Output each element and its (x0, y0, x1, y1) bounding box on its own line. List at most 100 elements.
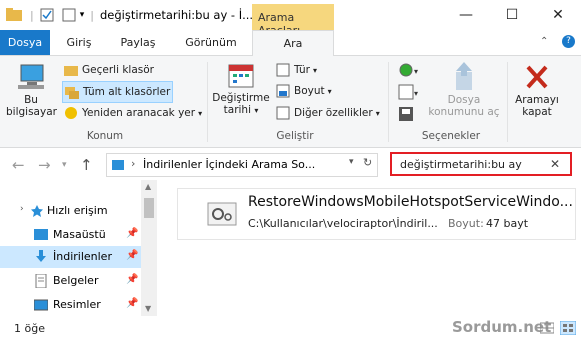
calendar-icon (228, 64, 254, 88)
size-label: Boyut: (448, 217, 484, 230)
collapse-ribbon-icon[interactable]: ⌃ (540, 36, 548, 47)
close-search-label: Aramayı kapat (515, 94, 559, 118)
open-file-location-button[interactable]: Dosya konumunu aç (428, 62, 500, 128)
result-path: C:\Kullanıcılar\velociraptor\İndiril... (248, 217, 438, 230)
search-box[interactable]: değiştirmetarihi:bu ay ✕ (390, 152, 572, 176)
breadcrumb-chevron-icon: › (131, 157, 136, 170)
other-properties-label: Diğer özellikler (294, 107, 373, 119)
nav-item-downloads[interactable]: İndirilenler 📌 (0, 246, 141, 268)
dropdown-arrow-icon: ▾ (375, 108, 380, 118)
nav-pane-scrollbar[interactable]: ▲ ▼ (141, 180, 157, 316)
group-divider (388, 62, 389, 142)
nav-item-desktop[interactable]: Masaüstü 📌 (0, 224, 141, 246)
nav-item-label: Masaüstü (53, 228, 106, 241)
dropdown-arrow-icon: ▾ (312, 65, 317, 75)
advanced-options-icon[interactable]: ▾ (398, 84, 422, 105)
current-folder-button[interactable]: Geçerli klasör (64, 60, 154, 80)
computer-icon (18, 64, 44, 89)
kind-icon (276, 63, 290, 77)
refresh-icon[interactable]: ↻ (363, 156, 372, 169)
close-search-button[interactable]: Aramayı kapat (512, 62, 562, 128)
list-item[interactable]: RestoreWindowsMobileHotspotServiceWindo.… (177, 188, 576, 240)
forward-arrow-icon[interactable]: → (38, 156, 51, 174)
minimize-button[interactable]: — (443, 0, 489, 30)
clear-search-icon[interactable]: ✕ (550, 157, 560, 171)
address-dropdown-icon[interactable]: ▾ (349, 157, 354, 167)
subfolders-icon (65, 87, 79, 99)
documents-icon (35, 274, 47, 288)
size-button[interactable]: Boyut ▾ (276, 81, 332, 101)
tab-search[interactable]: Ara (252, 30, 334, 57)
close-search-icon (526, 65, 548, 89)
pin-icon: 📌 (126, 228, 139, 239)
help-icon[interactable]: ? (562, 35, 575, 48)
file-list: RestoreWindowsMobileHotspotServiceWindo.… (157, 180, 581, 316)
close-button[interactable]: ✕ (535, 0, 581, 30)
search-again-button[interactable]: Yeniden aranacak yer ▾ (64, 103, 202, 123)
details-view-icon[interactable] (540, 322, 554, 334)
properties-icon (276, 106, 290, 120)
folder-icon (6, 8, 22, 21)
scroll-down-icon[interactable]: ▼ (145, 304, 151, 313)
this-pc-button[interactable]: Bu bilgisayar (6, 62, 57, 128)
quick-access-toolbar: | ▾ | değiştirmetarihi:bu ay - İ... (6, 0, 253, 30)
dropdown-arrow-icon: ▾ (198, 108, 203, 118)
open-location-icon (456, 62, 472, 90)
folder-icon (64, 66, 78, 76)
group-divider (507, 62, 508, 142)
svg-text:▾: ▾ (414, 67, 418, 76)
options-group-label: Seçenekler (421, 130, 481, 142)
tab-home[interactable]: Giriş (58, 30, 100, 55)
search-results-icon (112, 160, 124, 170)
nav-item-documents[interactable]: Belgeler 📌 (0, 270, 141, 292)
pin-icon: 📌 (126, 298, 139, 309)
recent-searches-icon[interactable]: ▾ (398, 62, 422, 81)
expand-chevron-icon[interactable]: › (20, 204, 24, 214)
dropdown-arrow-icon: ▾ (254, 106, 259, 115)
tab-view[interactable]: Görünüm (176, 30, 246, 55)
ribbon: Bu bilgisayar Geçerli klasör Tüm alt kla… (0, 56, 581, 148)
group-divider (207, 62, 208, 142)
size-value: 47 bayt (486, 217, 529, 230)
date-modified-button[interactable]: Değiştirme tarihi ▾ (212, 62, 270, 128)
tiles-view-icon[interactable] (560, 321, 576, 335)
properties-icon[interactable] (40, 8, 54, 22)
navigation-pane: › Hızlı erişim Masaüstü 📌 İndirilenler 📌… (0, 180, 157, 316)
star-icon (31, 205, 43, 217)
scroll-up-icon[interactable]: ▲ (145, 182, 151, 191)
open-location-label: Dosya konumunu aç (428, 94, 500, 118)
download-icon (36, 250, 46, 262)
status-bar: 1 öğe Sordum.net (0, 316, 581, 341)
save-search-icon[interactable] (398, 106, 416, 127)
other-properties-button[interactable]: Diğer özellikler ▾ (276, 103, 380, 123)
customize-qat-icon[interactable]: ▾ (80, 10, 85, 20)
maximize-button[interactable]: ☐ (489, 0, 535, 30)
pictures-icon (34, 299, 48, 311)
all-subfolders-button[interactable]: Tüm alt klasörler (62, 81, 174, 103)
nav-item-label: Belgeler (53, 274, 99, 287)
nav-item-label: Hızlı erişim (47, 204, 108, 217)
up-arrow-icon[interactable]: ↑ (80, 156, 93, 174)
tab-file[interactable]: Dosya (0, 30, 50, 55)
back-arrow-icon[interactable]: ← (12, 156, 25, 174)
search-tools-context-tab: Arama Araçları (252, 4, 334, 37)
desktop-icon (34, 229, 48, 240)
address-bar[interactable]: › İndirilenler İçindeki Arama So... ▾ ↻ (106, 153, 378, 177)
tab-share[interactable]: Paylaş (114, 30, 162, 55)
pin-icon: 📌 (126, 274, 139, 285)
nav-item-label: İndirilenler (53, 250, 112, 263)
navigation-bar: ← → ▾ ↑ › İndirilenler İçindeki Arama So… (0, 148, 581, 180)
scroll-thumb[interactable] (144, 198, 154, 218)
search-input[interactable]: değiştirmetarihi:bu ay (400, 158, 522, 171)
search-again-icon (65, 107, 77, 119)
window-title: değiştirmetarihi:bu ay - İ... (99, 8, 254, 22)
ribbon-tabs: Dosya Giriş Paylaş Görünüm Ara ⌃ ? (0, 30, 581, 57)
watermark-logo: Sordum.net (452, 318, 552, 336)
this-pc-label: Bu bilgisayar (6, 94, 57, 118)
new-folder-icon[interactable] (62, 8, 76, 22)
kind-label: Tür (294, 64, 310, 76)
nav-item-quick-access[interactable]: › Hızlı erişim (0, 200, 141, 222)
nav-item-pictures[interactable]: Resimler 📌 (0, 294, 141, 316)
kind-button[interactable]: Tür ▾ (276, 60, 317, 80)
recent-locations-icon[interactable]: ▾ (62, 160, 67, 170)
